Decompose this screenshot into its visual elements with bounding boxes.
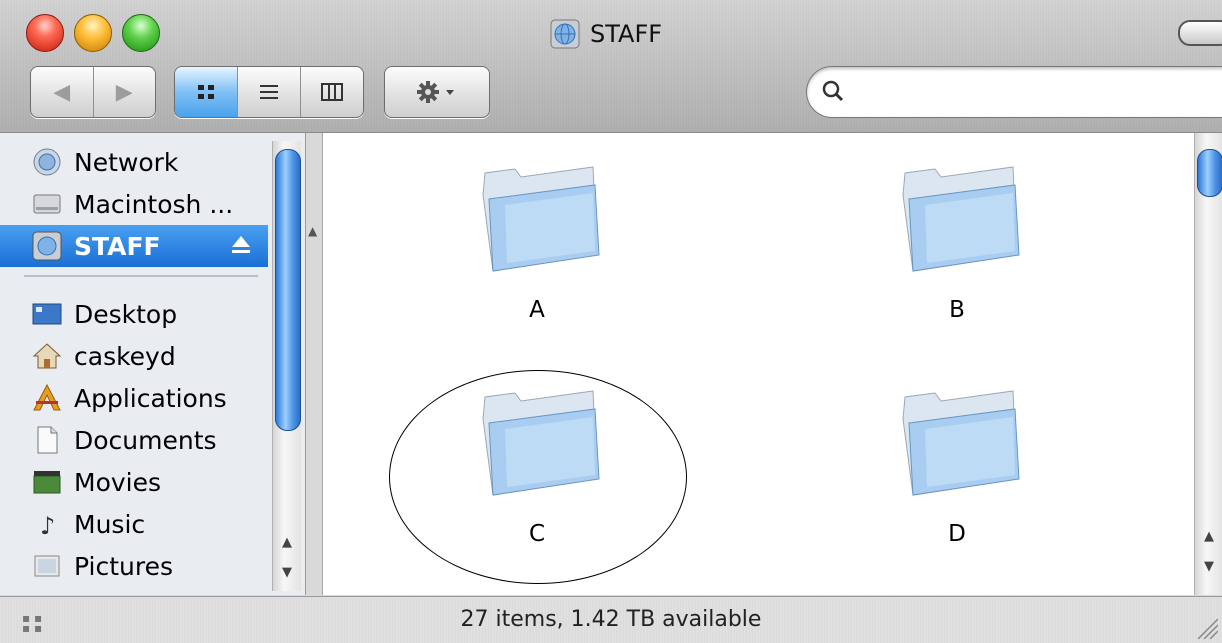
eject-icon[interactable] bbox=[230, 233, 252, 257]
music-icon: ♪ bbox=[40, 512, 55, 539]
documents-icon bbox=[37, 426, 58, 454]
sidebar-scrollbar[interactable]: ▲ ▼ bbox=[272, 141, 301, 591]
folder-label: B bbox=[949, 297, 965, 323]
sidebar-item-network[interactable]: Network bbox=[0, 141, 268, 183]
folder-label: C bbox=[528, 521, 546, 547]
resize-grip-icon[interactable] bbox=[1192, 613, 1218, 639]
sidebar-item-home[interactable]: caskeyd bbox=[0, 335, 268, 377]
content-scrollbar[interactable]: ▲ ▼ bbox=[1194, 133, 1222, 595]
column-view-icon bbox=[321, 83, 343, 101]
folder-a-icon bbox=[482, 166, 600, 272]
window-title-text: STAFF bbox=[590, 20, 663, 48]
folder-icon[interactable] bbox=[475, 155, 605, 275]
home-icon bbox=[32, 343, 62, 369]
resize-grip-icon: ▲ bbox=[308, 224, 318, 238]
zoom-button[interactable] bbox=[122, 14, 160, 52]
folder-c-icon bbox=[482, 390, 600, 496]
sidebar-scroll-thumb[interactable] bbox=[275, 149, 301, 431]
sidebar-item-staff[interactable]: STAFF bbox=[0, 225, 268, 267]
sidebar-item-movies[interactable]: Movies bbox=[0, 461, 268, 503]
sidebar-resize-handle[interactable]: ▲ bbox=[306, 218, 322, 528]
sidebar-item-label: Music bbox=[74, 509, 146, 539]
folder-icon[interactable] bbox=[895, 379, 1025, 499]
sidebar-item-pictures[interactable]: Pictures bbox=[0, 545, 268, 587]
file-browser-content: A B C D bbox=[322, 133, 1195, 595]
status-bar: ▪ ▪ ▪ ▪ 27 items, 1.42 TB available bbox=[0, 596, 1222, 643]
sidebar-item-applications[interactable]: Applications bbox=[0, 377, 268, 419]
sidebar-item-label: caskeyd bbox=[74, 341, 176, 371]
view-mode-group bbox=[174, 66, 364, 118]
network-disk-icon bbox=[32, 231, 62, 261]
sidebar-item-label: Applications bbox=[74, 383, 227, 413]
sidebar-item-label: Network bbox=[74, 147, 179, 177]
search-field[interactable] bbox=[806, 66, 1222, 118]
minimize-button[interactable] bbox=[74, 14, 112, 52]
toolbar-toggle-button[interactable] bbox=[1178, 20, 1222, 46]
svg-text:♪: ♪ bbox=[40, 512, 55, 539]
sidebar-item-label: STAFF bbox=[74, 231, 161, 261]
back-button[interactable]: ◀ bbox=[31, 67, 94, 117]
folder-icon[interactable] bbox=[475, 379, 605, 499]
scroll-up-arrow-icon[interactable]: ▲ bbox=[273, 533, 301, 553]
action-menu-segment[interactable] bbox=[385, 67, 489, 117]
list-view-icon bbox=[260, 85, 278, 99]
status-text: 27 items, 1.42 TB available bbox=[460, 607, 762, 632]
window-titlebar: STAFF ◀ ▶ bbox=[0, 0, 1222, 133]
list-view-button[interactable] bbox=[238, 67, 301, 117]
back-forward-group: ◀ ▶ bbox=[30, 66, 156, 118]
gear-icon bbox=[417, 81, 454, 103]
pictures-icon bbox=[34, 555, 60, 577]
folder-icon[interactable] bbox=[895, 155, 1025, 275]
sidebar-item-documents[interactable]: Documents bbox=[0, 419, 268, 461]
sidebar-item-label: Pictures bbox=[74, 551, 173, 581]
sidebar-item-desktop[interactable]: Desktop bbox=[0, 293, 268, 335]
sidebar-item-label: Macintosh ... bbox=[74, 189, 234, 219]
icon-view-icon bbox=[198, 85, 214, 99]
applications-icon bbox=[33, 383, 61, 411]
sidebar-item-label: Documents bbox=[74, 425, 217, 455]
search-input[interactable] bbox=[853, 75, 1217, 109]
hard-drive-icon bbox=[33, 194, 61, 214]
movies-icon bbox=[33, 471, 61, 494]
column-view-button[interactable] bbox=[301, 67, 363, 117]
icon-view-button[interactable] bbox=[175, 67, 238, 117]
action-menu-button[interactable] bbox=[384, 66, 490, 118]
network-globe-icon bbox=[33, 148, 61, 176]
folder-label: D bbox=[948, 521, 966, 547]
sidebar-item-macintosh-hd[interactable]: Macintosh ... bbox=[0, 183, 268, 225]
window-title: STAFF bbox=[550, 18, 662, 50]
close-button[interactable] bbox=[26, 14, 64, 52]
chevron-down-icon bbox=[446, 90, 454, 95]
sidebar-item-label: Movies bbox=[74, 467, 162, 497]
sidebar-item-label: Desktop bbox=[74, 299, 178, 329]
desktop-icon bbox=[32, 303, 62, 325]
folder-b-icon bbox=[902, 166, 1020, 272]
content-scroll-thumb[interactable] bbox=[1197, 149, 1222, 197]
sidebar-divider bbox=[24, 275, 258, 277]
folder-label: A bbox=[529, 297, 545, 323]
sidebar-item-music[interactable]: ♪ Music bbox=[0, 503, 268, 545]
network-disk-icon bbox=[550, 19, 580, 49]
forward-button[interactable]: ▶ bbox=[94, 67, 156, 117]
folder-d-icon bbox=[902, 390, 1020, 496]
scroll-down-arrow-icon[interactable]: ▼ bbox=[273, 563, 301, 583]
search-icon bbox=[822, 80, 844, 102]
scroll-down-arrow-icon[interactable]: ▼ bbox=[1195, 557, 1222, 577]
sidebar: Network Macintosh ... STAFF Desktop cask… bbox=[0, 133, 306, 595]
scroll-up-arrow-icon[interactable]: ▲ bbox=[1195, 527, 1222, 547]
